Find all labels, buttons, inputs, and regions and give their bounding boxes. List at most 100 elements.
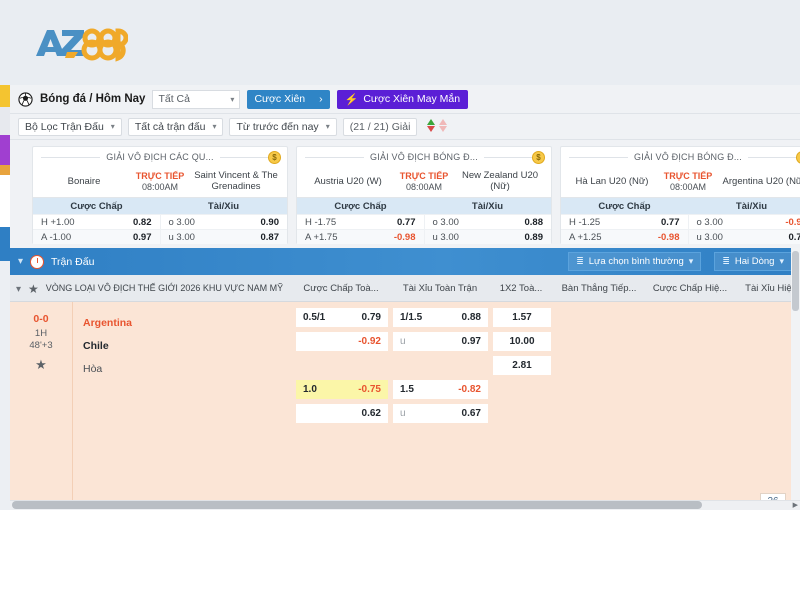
az888-logo[interactable] — [32, 22, 128, 64]
sort-ascending-icon[interactable] — [427, 119, 436, 134]
handicap-odd: 0.82 — [133, 216, 152, 228]
view-option-button[interactable]: ≣ Lựa chọn bình thường ▾ — [568, 252, 702, 271]
coin-icon[interactable]: $ — [268, 151, 281, 164]
handicap-odd: -0.92 — [358, 336, 381, 347]
column-header[interactable]: Bàn Thắng Tiếp... — [552, 283, 646, 294]
handicap-cell[interactable]: H -1.25 0.77 — [561, 215, 688, 229]
featured-card[interactable]: GIẢI VÔ ĐỊCH CÁC QU... $ Bonaire TRỰC TI… — [32, 146, 288, 244]
coin-icon[interactable]: $ — [796, 151, 800, 164]
divider — [305, 156, 365, 158]
match-odds-area: 0.5/1 0.79 1/1.5 0.88 1.57 -0.92 u 0.97 … — [292, 302, 800, 510]
featured-card-teams: Austria U20 (W) TRỰC TIẾP 08:00AM New Ze… — [297, 167, 551, 197]
filter-match-filter[interactable]: Bộ Lọc Trận Đấu ▾ — [18, 117, 122, 136]
chevron-down-icon[interactable]: ▾ — [16, 283, 21, 297]
ou-line: o 3.00 — [696, 216, 723, 228]
featured-card[interactable]: GIẢI VÔ ĐỊCH BÓNG Đ... $ Hà Lan U20 (Nữ)… — [560, 146, 800, 244]
featured-card[interactable]: GIẢI VÔ ĐỊCH BÓNG Đ... $ Austria U20 (W)… — [296, 146, 552, 244]
ou-odd: 0.88 — [461, 312, 481, 323]
primary-toolbar: Bóng đá / Hôm Nay Tất Cả ▾ Cược Xiên › ⚡… — [10, 85, 800, 114]
brand-band — [0, 0, 800, 85]
handicap-cell[interactable]: A -1.00 0.97 — [33, 230, 160, 244]
star-icon[interactable]: ★ — [28, 282, 39, 296]
coin-icon[interactable]: $ — [532, 151, 545, 164]
layout-option-button[interactable]: ≣ Hai Dòng ▾ — [714, 252, 792, 271]
league-header[interactable]: ▾ ★ VÒNG LOẠI VÔ ĐỊCH THẾ GIỚI 2026 KHU … — [10, 280, 292, 297]
column-header[interactable]: Cược Chấp Hiệ... — [646, 283, 734, 294]
scroll-right-arrow-icon[interactable]: ▶ — [793, 501, 798, 509]
star-icon[interactable]: ★ — [10, 357, 72, 373]
col-over-under: Tài/Xỉu — [207, 201, 240, 212]
over-under-cell[interactable]: u 0.97 — [393, 332, 488, 351]
handicap-line: H -1.75 — [305, 216, 337, 228]
featured-away-team: Saint Vincent & The Grenadines — [194, 170, 278, 192]
lucky-parlay-label: Cược Xiên May Mắn — [363, 93, 461, 105]
chevron-down-icon: ▾ — [110, 122, 115, 131]
over-under-cell[interactable]: o 3.00 0.88 — [423, 215, 552, 229]
match-time: 08:00AM — [141, 182, 179, 192]
filter-all-matches[interactable]: Tất cả trận đấu ▾ — [127, 117, 224, 136]
rail-segment-grey — [0, 107, 10, 135]
rail-segment-purple — [0, 135, 10, 165]
over-under-cell[interactable]: o 3.00 -0.98 — [687, 215, 800, 229]
select-all-dropdown[interactable]: Tất Cả ▾ — [152, 89, 241, 109]
ou-odd: 0.90 — [260, 216, 280, 228]
live-label: TRỰC TIẾP — [399, 171, 449, 182]
featured-card-header: GIẢI VÔ ĐỊCH CÁC QU... $ — [33, 147, 287, 167]
period: 1H — [34, 327, 48, 339]
over-under-cell[interactable]: o 3.00 0.90 — [159, 215, 288, 229]
handicap-line: 1.0 — [303, 384, 317, 395]
vertical-scrollbar-thumb[interactable] — [792, 251, 799, 311]
featured-odds-header: Cược Chấp Tài/Xỉu — [561, 197, 800, 214]
handicap-cell[interactable]: H +1.00 0.82 — [33, 215, 160, 229]
sort-descending-icon[interactable] — [439, 119, 448, 134]
featured-card-teams: Bonaire TRỰC TIẾP 08:00AM Saint Vincent … — [33, 167, 287, 197]
x2-cell[interactable]: 1.57 — [493, 308, 551, 327]
handicap-line: H -1.25 — [569, 216, 601, 228]
horizontal-scrollbar-thumb[interactable] — [12, 501, 702, 509]
chevron-right-icon: › — [319, 93, 323, 105]
handicap-cell[interactable]: A +1.75 -0.98 — [297, 230, 424, 244]
col-over-under: Tài/Xỉu — [471, 201, 504, 212]
handicap-odd: 0.77 — [397, 216, 416, 228]
ou-odd: 0.75 — [788, 231, 800, 243]
over-under-cell[interactable]: u 3.00 0.89 — [423, 230, 552, 244]
soccer-ball-icon — [18, 91, 33, 107]
featured-live-block: TRỰC TIẾP 08:00AM — [131, 171, 189, 193]
handicap-cell[interactable]: 1.0 -0.75 — [296, 380, 388, 399]
over-under-cell[interactable]: u 3.00 0.87 — [159, 230, 288, 244]
filter-time-range[interactable]: Từ trước đến nay ▾ — [229, 117, 337, 136]
away-team: Chile — [83, 340, 109, 352]
x2-cell[interactable]: 10.00 — [493, 332, 551, 351]
column-header[interactable]: Tài Xỉu Toàn Trận — [390, 283, 490, 294]
x2-cell[interactable]: 2.81 — [493, 356, 551, 375]
col-handicap: Cược Chấp — [598, 201, 651, 212]
select-all-value: Tất Cả — [158, 93, 190, 105]
sort-controls[interactable] — [427, 119, 448, 134]
screen-root: Bóng đá / Hôm Nay Tất Cả ▾ Cược Xiên › ⚡… — [0, 0, 800, 600]
handicap-cell[interactable]: H -1.75 0.77 — [297, 215, 424, 229]
chevron-down-icon[interactable]: ▾ — [18, 256, 23, 267]
over-under-cell[interactable]: u 3.00 0.75 — [687, 230, 800, 244]
featured-away-team: Argentina U20 (Nữ) — [722, 175, 800, 187]
divider — [41, 156, 101, 158]
column-header[interactable]: Cược Chấp Toà... — [292, 283, 390, 294]
ou-line: u 3.00 — [168, 231, 195, 243]
handicap-cell[interactable]: 0.62 — [296, 404, 388, 423]
featured-odds-header: Cược Chấp Tài/Xỉu — [297, 197, 551, 214]
over-under-cell[interactable]: u 0.67 — [393, 404, 488, 423]
lucky-parlay-button[interactable]: ⚡ Cược Xiên May Mắn — [336, 89, 469, 109]
handicap-odd: 0.62 — [361, 408, 381, 419]
handicap-cell[interactable]: A +1.25 -0.98 — [561, 230, 688, 244]
chevron-down-icon: ▾ — [212, 122, 217, 131]
featured-live-block: TRỰC TIẾP 08:00AM — [659, 171, 717, 193]
ou-odd: 0.67 — [461, 408, 481, 419]
filter-league-count[interactable]: (21 / 21) Giải — [342, 117, 418, 136]
over-under-cell[interactable]: 1/1.5 0.88 — [393, 308, 488, 327]
featured-home-team: Hà Lan U20 (Nữ) — [575, 175, 649, 187]
column-header[interactable]: 1X2 Toà... — [490, 283, 552, 294]
chevron-down-icon: ▾ — [325, 122, 330, 131]
over-under-cell[interactable]: 1.5 -0.82 — [393, 380, 488, 399]
handicap-cell[interactable]: -0.92 — [296, 332, 388, 351]
handicap-cell[interactable]: 0.5/1 0.79 — [296, 308, 388, 327]
parlay-button[interactable]: Cược Xiên › — [247, 89, 330, 109]
